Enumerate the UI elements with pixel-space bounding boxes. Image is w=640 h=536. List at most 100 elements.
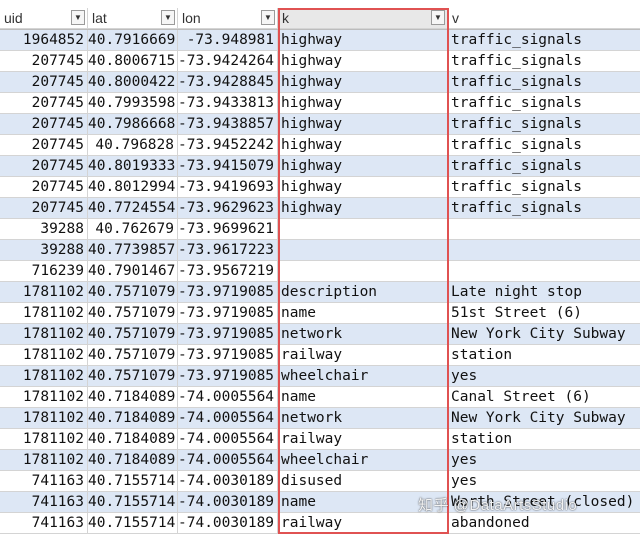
table-row[interactable]: 207745 40.8012994 -73.9419693 highway traffi… [0, 177, 640, 198]
cell-v[interactable]: abandoned [448, 513, 640, 534]
cell-lat[interactable]: 40.7993598 [88, 93, 178, 114]
cell-uid[interactable]: 1781102 [0, 303, 88, 324]
cell-lon[interactable]: -74.0030189 [178, 492, 278, 513]
cell-lon[interactable]: -73.9428845 [178, 72, 278, 93]
cell-uid[interactable]: 716239 [0, 261, 88, 282]
column-header-v[interactable]: v [448, 8, 640, 29]
dropdown-arrow-icon[interactable]: ▼ [261, 10, 275, 25]
cell-v[interactable] [448, 219, 640, 240]
table-row[interactable]: 1781102 40.7571079 -73.9719085 network New Y… [0, 324, 640, 345]
dropdown-arrow-icon[interactable]: ▼ [431, 10, 445, 25]
cell-lon[interactable]: -73.9567219 [178, 261, 278, 282]
cell-uid[interactable]: 1781102 [0, 429, 88, 450]
cell-k[interactable]: disused [278, 471, 448, 492]
table-row[interactable]: 207745 40.796828 -73.9452242 highway traffic… [0, 135, 640, 156]
cell-k[interactable] [278, 219, 448, 240]
cell-k[interactable]: name [278, 303, 448, 324]
dropdown-arrow-icon[interactable]: ▼ [71, 10, 85, 25]
table-row[interactable]: 207745 40.7724554 -73.9629623 highway traffi… [0, 198, 640, 219]
cell-v[interactable]: traffic_signals [448, 114, 640, 135]
cell-lat[interactable]: 40.7155714 [88, 492, 178, 513]
table-row[interactable]: 1964852 40.7916669 -73.948981 highway traffi… [0, 30, 640, 51]
cell-lat[interactable]: 40.7739857 [88, 240, 178, 261]
cell-k[interactable]: network [278, 324, 448, 345]
table-row[interactable]: 741163 40.7155714 -74.0030189 disused yes [0, 471, 640, 492]
cell-k[interactable]: highway [278, 51, 448, 72]
cell-lon[interactable]: -74.0005564 [178, 450, 278, 471]
cell-k[interactable]: network [278, 408, 448, 429]
cell-uid[interactable]: 1781102 [0, 408, 88, 429]
cell-lon[interactable]: -73.9419693 [178, 177, 278, 198]
table-row[interactable]: 1781102 40.7184089 -74.0005564 wheelchair ye… [0, 450, 640, 471]
column-header-k[interactable]: k ▼ [278, 8, 448, 29]
cell-lon[interactable]: -73.9452242 [178, 135, 278, 156]
cell-k[interactable]: highway [278, 156, 448, 177]
table-row[interactable]: 1781102 40.7571079 -73.9719085 wheelchair ye… [0, 366, 640, 387]
cell-v[interactable]: station [448, 345, 640, 366]
cell-v[interactable]: traffic_signals [448, 51, 640, 72]
cell-v[interactable]: New York City Subway [448, 324, 640, 345]
cell-lat[interactable]: 40.7724554 [88, 198, 178, 219]
cell-uid[interactable]: 1781102 [0, 282, 88, 303]
cell-lon[interactable]: -73.9719085 [178, 324, 278, 345]
cell-uid[interactable]: 741163 [0, 471, 88, 492]
cell-uid[interactable]: 1964852 [0, 30, 88, 51]
cell-lat[interactable]: 40.7916669 [88, 30, 178, 51]
cell-lon[interactable]: -73.9719085 [178, 282, 278, 303]
cell-v[interactable]: traffic_signals [448, 135, 640, 156]
cell-v[interactable] [448, 261, 640, 282]
cell-k[interactable]: railway [278, 345, 448, 366]
cell-lon[interactable]: -74.0005564 [178, 408, 278, 429]
cell-lon[interactable]: -73.9719085 [178, 366, 278, 387]
cell-k[interactable]: highway [278, 114, 448, 135]
cell-lat[interactable]: 40.8012994 [88, 177, 178, 198]
cell-lat[interactable]: 40.8000422 [88, 72, 178, 93]
cell-lat[interactable]: 40.7986668 [88, 114, 178, 135]
cell-lon[interactable]: -73.9438857 [178, 114, 278, 135]
cell-v[interactable]: 51st Street (6) [448, 303, 640, 324]
cell-v[interactable]: yes [448, 471, 640, 492]
table-row[interactable]: 741163 40.7155714 -74.0030189 railway abando… [0, 513, 640, 534]
cell-v[interactable]: Canal Street (6) [448, 387, 640, 408]
cell-lon[interactable]: -73.9699621 [178, 219, 278, 240]
cell-lat[interactable]: 40.7571079 [88, 303, 178, 324]
cell-uid[interactable]: 1781102 [0, 366, 88, 387]
table-row[interactable]: 1781102 40.7184089 -74.0005564 network New Y… [0, 408, 640, 429]
cell-lat[interactable]: 40.8006715 [88, 51, 178, 72]
cell-v[interactable]: New York City Subway [448, 408, 640, 429]
column-header-lat[interactable]: lat ▼ [88, 8, 178, 29]
cell-uid[interactable]: 207745 [0, 156, 88, 177]
cell-lat[interactable]: 40.7184089 [88, 429, 178, 450]
cell-k[interactable]: railway [278, 429, 448, 450]
cell-lat[interactable]: 40.7901467 [88, 261, 178, 282]
cell-uid[interactable]: 207745 [0, 93, 88, 114]
table-row[interactable]: 207745 40.7986668 -73.9438857 highway traffi… [0, 114, 640, 135]
cell-v[interactable]: traffic_signals [448, 177, 640, 198]
cell-lon[interactable]: -74.0030189 [178, 471, 278, 492]
cell-k[interactable]: highway [278, 177, 448, 198]
cell-uid[interactable]: 207745 [0, 135, 88, 156]
cell-k[interactable]: highway [278, 30, 448, 51]
cell-k[interactable]: highway [278, 72, 448, 93]
cell-k[interactable]: wheelchair [278, 450, 448, 471]
cell-lon[interactable]: -73.9719085 [178, 345, 278, 366]
cell-uid[interactable]: 207745 [0, 177, 88, 198]
cell-lat[interactable]: 40.7184089 [88, 408, 178, 429]
table-row[interactable]: 207745 40.8019333 -73.9415079 highway traffi… [0, 156, 640, 177]
table-row[interactable]: 1781102 40.7571079 -73.9719085 name 51st Str… [0, 303, 640, 324]
cell-lat[interactable]: 40.7184089 [88, 450, 178, 471]
cell-uid[interactable]: 207745 [0, 72, 88, 93]
cell-lat[interactable]: 40.8019333 [88, 156, 178, 177]
cell-lat[interactable]: 40.7571079 [88, 366, 178, 387]
cell-lat[interactable]: 40.7184089 [88, 387, 178, 408]
cell-k[interactable] [278, 261, 448, 282]
column-header-uid[interactable]: uid ▼ [0, 8, 88, 29]
cell-uid[interactable]: 207745 [0, 114, 88, 135]
cell-lat[interactable]: 40.7571079 [88, 282, 178, 303]
cell-lon[interactable]: -73.9617223 [178, 240, 278, 261]
table-row[interactable]: 1781102 40.7184089 -74.0005564 railway stati… [0, 429, 640, 450]
cell-uid[interactable]: 1781102 [0, 387, 88, 408]
cell-v[interactable]: traffic_signals [448, 93, 640, 114]
cell-v[interactable] [448, 240, 640, 261]
cell-uid[interactable]: 1781102 [0, 450, 88, 471]
